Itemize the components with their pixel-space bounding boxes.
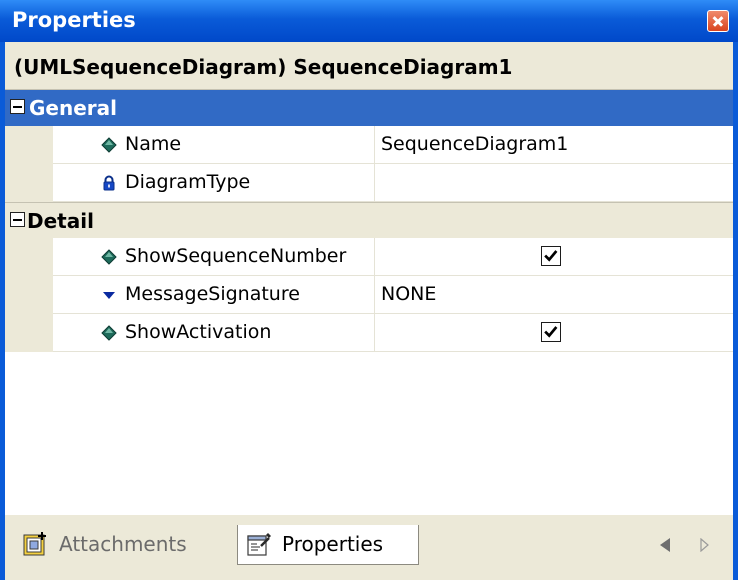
row-gutter — [5, 314, 53, 352]
property-label: ShowActivation — [125, 321, 272, 343]
lock-icon — [103, 175, 115, 191]
property-row-diagramtype[interactable]: DiagramType — [5, 164, 733, 202]
property-label: DiagramType — [125, 171, 251, 193]
property-value-cell — [375, 238, 733, 276]
diamond-icon — [101, 325, 117, 341]
dropdown-triangle-icon — [103, 292, 115, 299]
collapse-icon[interactable] — [10, 212, 25, 227]
property-value-cell — [375, 164, 733, 202]
tab-label: Properties — [282, 532, 384, 556]
property-name-cell: DiagramType — [53, 164, 375, 202]
property-row-messagesignature[interactable]: MessageSignature NONE — [5, 276, 733, 314]
property-value-cell — [375, 314, 733, 352]
property-row-showactivation[interactable]: ShowActivation — [5, 314, 733, 352]
category-label: General — [29, 96, 117, 120]
row-gutter — [5, 126, 53, 164]
checkmark-icon — [544, 326, 558, 338]
property-row-showsequencenumber[interactable]: ShowSequenceNumber — [5, 238, 733, 276]
property-label: Name — [125, 133, 182, 155]
row-gutter — [5, 238, 53, 276]
checkmark-icon — [544, 250, 558, 262]
tab-label: Attachments — [59, 532, 187, 556]
scroll-right-icon[interactable] — [700, 538, 709, 552]
property-name-cell: Name — [53, 126, 375, 164]
property-name-cell: ShowActivation — [53, 314, 375, 352]
property-name-cell: ShowSequenceNumber — [53, 238, 375, 276]
property-value: SequenceDiagram1 — [381, 133, 569, 155]
attachments-icon — [23, 532, 46, 556]
category-general[interactable]: General — [5, 90, 733, 126]
window-title: Properties — [12, 8, 136, 32]
tab-attachments[interactable]: Attachments — [15, 525, 240, 565]
property-value: NONE — [381, 283, 437, 305]
object-selector[interactable]: (UMLSequenceDiagram) SequenceDiagram1 — [5, 42, 733, 90]
property-label: MessageSignature — [125, 283, 300, 305]
properties-window: Properties (UMLSequenceDiagram) Sequence… — [0, 0, 738, 580]
show-sequence-number-checkbox[interactable] — [541, 246, 561, 266]
row-gutter — [5, 164, 53, 202]
diamond-icon — [101, 249, 117, 265]
tab-properties[interactable]: Properties — [237, 525, 419, 565]
diamond-icon — [101, 137, 117, 153]
property-value-cell[interactable]: NONE — [375, 276, 733, 314]
collapse-icon[interactable] — [10, 99, 25, 114]
property-grid: General Name SequenceDiagram1 DiagramTyp… — [5, 90, 733, 515]
object-selector-text: (UMLSequenceDiagram) SequenceDiagram1 — [14, 55, 513, 79]
show-activation-checkbox[interactable] — [541, 322, 561, 342]
category-label: Detail — [27, 209, 94, 233]
close-button[interactable] — [707, 10, 729, 32]
properties-icon — [247, 533, 271, 556]
category-detail[interactable]: Detail — [5, 202, 733, 238]
title-bar[interactable]: Properties — [0, 0, 738, 42]
property-value-cell[interactable]: SequenceDiagram1 — [375, 126, 733, 164]
row-gutter — [5, 276, 53, 314]
property-name-cell: MessageSignature — [53, 276, 375, 314]
scroll-left-icon[interactable] — [660, 538, 670, 552]
property-label: ShowSequenceNumber — [125, 245, 347, 267]
property-row-name[interactable]: Name SequenceDiagram1 — [5, 126, 733, 164]
tab-strip: Attachments Properties — [5, 515, 733, 580]
